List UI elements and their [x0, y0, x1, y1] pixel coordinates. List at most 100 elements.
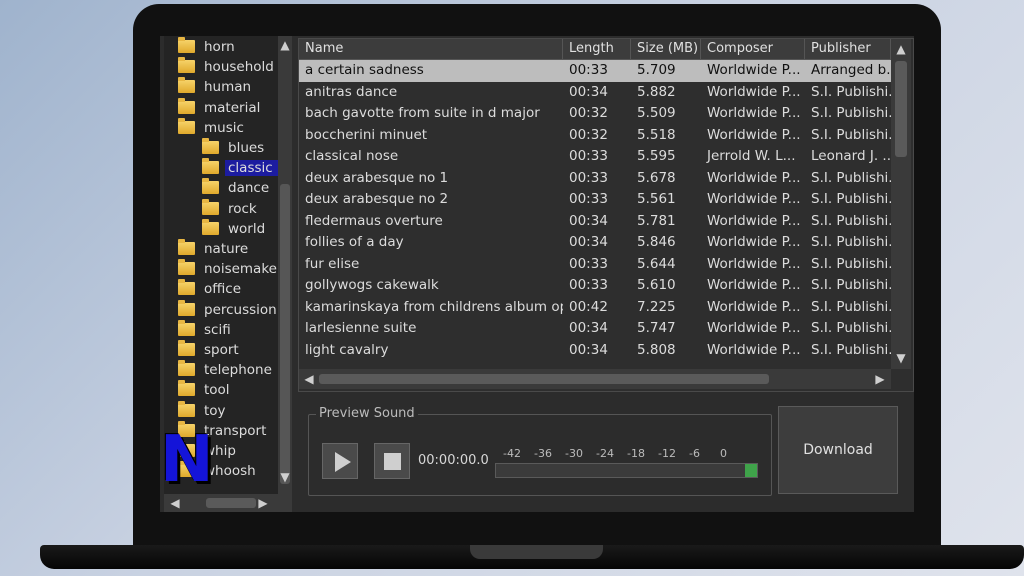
scroll-left-icon[interactable]: ◀ [168, 496, 182, 510]
laptop-notch [470, 545, 603, 559]
column-header[interactable]: Size (MB) [631, 39, 701, 59]
scrollbar-thumb[interactable] [206, 498, 256, 508]
stop-button[interactable] [374, 443, 410, 479]
folder-icon [178, 340, 195, 356]
scroll-down-icon[interactable]: ▼ [278, 470, 292, 484]
table-cell: 00:33 [569, 148, 608, 164]
table-horizontal-scrollbar[interactable]: ◀ ▶ [299, 369, 891, 389]
table-cell: classical nose [305, 148, 399, 164]
table-row[interactable]: classical nose 00:33 5.595 Jerrold W. L... L… [299, 146, 891, 168]
folder-tree-item[interactable]: sport [178, 340, 242, 360]
folder-label: classic [225, 160, 278, 177]
folder-tree-item[interactable]: telephone [178, 360, 275, 380]
table-cell: S.I. Publishi... [811, 277, 891, 293]
table-cell: gollywogs cakewalk [305, 277, 439, 293]
table-cell: Worldwide P... [707, 277, 801, 293]
table-row[interactable]: kamarinskaya from childrens album op 39 0… [299, 297, 891, 319]
folder-tree-item[interactable]: human [178, 77, 254, 97]
folder-tree-item[interactable]: household [178, 57, 277, 77]
folder-tree-item[interactable]: blues [202, 138, 267, 158]
meter-tick-label: -12 [658, 447, 676, 460]
folder-tree-item[interactable]: dance [202, 178, 272, 198]
table-row[interactable]: fledermaus overture 00:34 5.781 Worldwide P… [299, 211, 891, 233]
folder-label: horn [204, 39, 235, 55]
folder-tree-item[interactable]: horn [178, 37, 238, 57]
table-row[interactable]: light cavalry 00:34 5.808 Worldwide P... S.I… [299, 340, 891, 362]
stop-icon [384, 453, 401, 470]
table-cell: Worldwide P... [707, 255, 801, 272]
folder-icon [178, 117, 195, 134]
table-row[interactable]: bach gavotte from suite in d major 00:32 5… [299, 103, 891, 125]
table-row[interactable]: deux arabesque no 2 00:33 5.561 Worldwide P… [299, 189, 891, 211]
scroll-right-icon[interactable]: ▶ [873, 372, 887, 386]
column-header[interactable]: Length [563, 39, 631, 59]
folder-icon [178, 37, 195, 53]
table-cell: 5.595 [637, 148, 676, 164]
table-cell: bach gavotte from suite in d major [305, 105, 540, 121]
table-cell: 5.678 [637, 169, 676, 186]
table-cell: 5.509 [637, 105, 676, 121]
folder-tree-item[interactable]: office [178, 279, 244, 299]
volume-meter-scale: -42 -36 -30 -24 -18 -12 -6 0 [503, 447, 753, 463]
folder-tree-item[interactable]: rock [202, 198, 260, 219]
folder-tree-item[interactable]: music [178, 117, 247, 138]
folder-tree-item[interactable]: nature [178, 239, 251, 259]
folder-label: scifi [204, 321, 231, 338]
table-row[interactable]: follies of a day 00:34 5.846 Worldwide P...… [299, 232, 891, 254]
table-cell: kamarinskaya from childrens album op 39 [305, 298, 563, 315]
folder-label: dance [228, 180, 270, 197]
table-cell: Worldwide P... [707, 341, 801, 358]
column-header[interactable]: Name [299, 39, 563, 59]
folder-label: telephone [204, 362, 272, 379]
scroll-left-icon[interactable]: ◀ [302, 372, 316, 386]
folder-label: rock [228, 200, 257, 217]
table-cell: Worldwide P... [707, 169, 801, 186]
table-cell: 5.518 [637, 126, 676, 143]
folder-tree-item[interactable]: toy [178, 400, 229, 421]
scrollbar-thumb[interactable] [319, 374, 769, 384]
folder-label: noisemaker [204, 261, 278, 278]
folder-tree-vertical-scrollbar[interactable]: ▲ ▼ [278, 36, 292, 494]
folder-tree-item[interactable]: world [202, 218, 268, 239]
column-header[interactable]: Publisher [805, 39, 891, 59]
download-button[interactable]: Download [778, 406, 898, 494]
table-vertical-scrollbar[interactable]: ▲ ▼ [891, 39, 911, 369]
folder-tree-item[interactable]: scifi [178, 319, 234, 340]
table-cell: 00:34 [569, 320, 608, 336]
brand-logo: N [160, 423, 214, 497]
folder-tree-item[interactable]: tool [178, 380, 233, 400]
play-button[interactable] [322, 443, 358, 479]
table-cell: 00:33 [569, 169, 608, 186]
table-row[interactable]: anitras dance 00:34 5.882 Worldwide P... S.I… [299, 82, 891, 104]
sound-file-table: Name Length Size (MB) Composer Publisher a c… [298, 38, 914, 392]
folder-label: household [204, 59, 274, 76]
folder-tree-item[interactable]: percussion [178, 299, 278, 320]
folder-tree-item[interactable]: classic [202, 158, 278, 178]
table-cell: 5.846 [637, 234, 676, 250]
table-cell: 5.747 [637, 320, 676, 336]
table-row[interactable]: deux arabesque no 1 00:33 5.678 Worldwide P… [299, 168, 891, 190]
scroll-right-icon[interactable]: ▶ [256, 496, 270, 510]
scroll-down-icon[interactable]: ▼ [894, 351, 908, 365]
folder-label: nature [204, 241, 249, 257]
scrollbar-thumb[interactable] [895, 61, 907, 157]
table-cell: Worldwide P... [707, 191, 801, 207]
table-row[interactable]: fur elise 00:33 5.644 Worldwide P... S.I. Pu… [299, 254, 891, 276]
table-row[interactable]: larlesienne suite 00:34 5.747 Worldwide P..… [299, 318, 891, 340]
table-cell: S.I. Publishi... [811, 212, 891, 229]
table-row[interactable]: gollywogs cakewalk 00:33 5.610 Worldwide P.… [299, 275, 891, 297]
folder-icon [202, 158, 219, 175]
table-row[interactable]: a certain sadness 00:33 5.709 Worldwide P..… [299, 60, 891, 82]
scroll-up-icon[interactable]: ▲ [278, 38, 292, 52]
scroll-up-icon[interactable]: ▲ [894, 42, 908, 56]
volume-meter [495, 463, 758, 478]
table-cell: 5.781 [637, 212, 676, 229]
table-cell: Worldwide P... [707, 212, 801, 229]
preview-sound-panel: Preview Sound 00:00:00.0 -42 -36 -30 -24 -18… [308, 406, 772, 496]
folder-tree-item[interactable]: noisemaker [178, 259, 278, 279]
table-row[interactable]: boccherini minuet 00:32 5.518 Worldwide P..… [299, 125, 891, 147]
scrollbar-thumb[interactable] [280, 184, 290, 484]
column-header[interactable]: Composer [701, 39, 805, 59]
folder-tree-item[interactable]: material [178, 97, 263, 118]
table-cell: 5.610 [637, 277, 676, 293]
